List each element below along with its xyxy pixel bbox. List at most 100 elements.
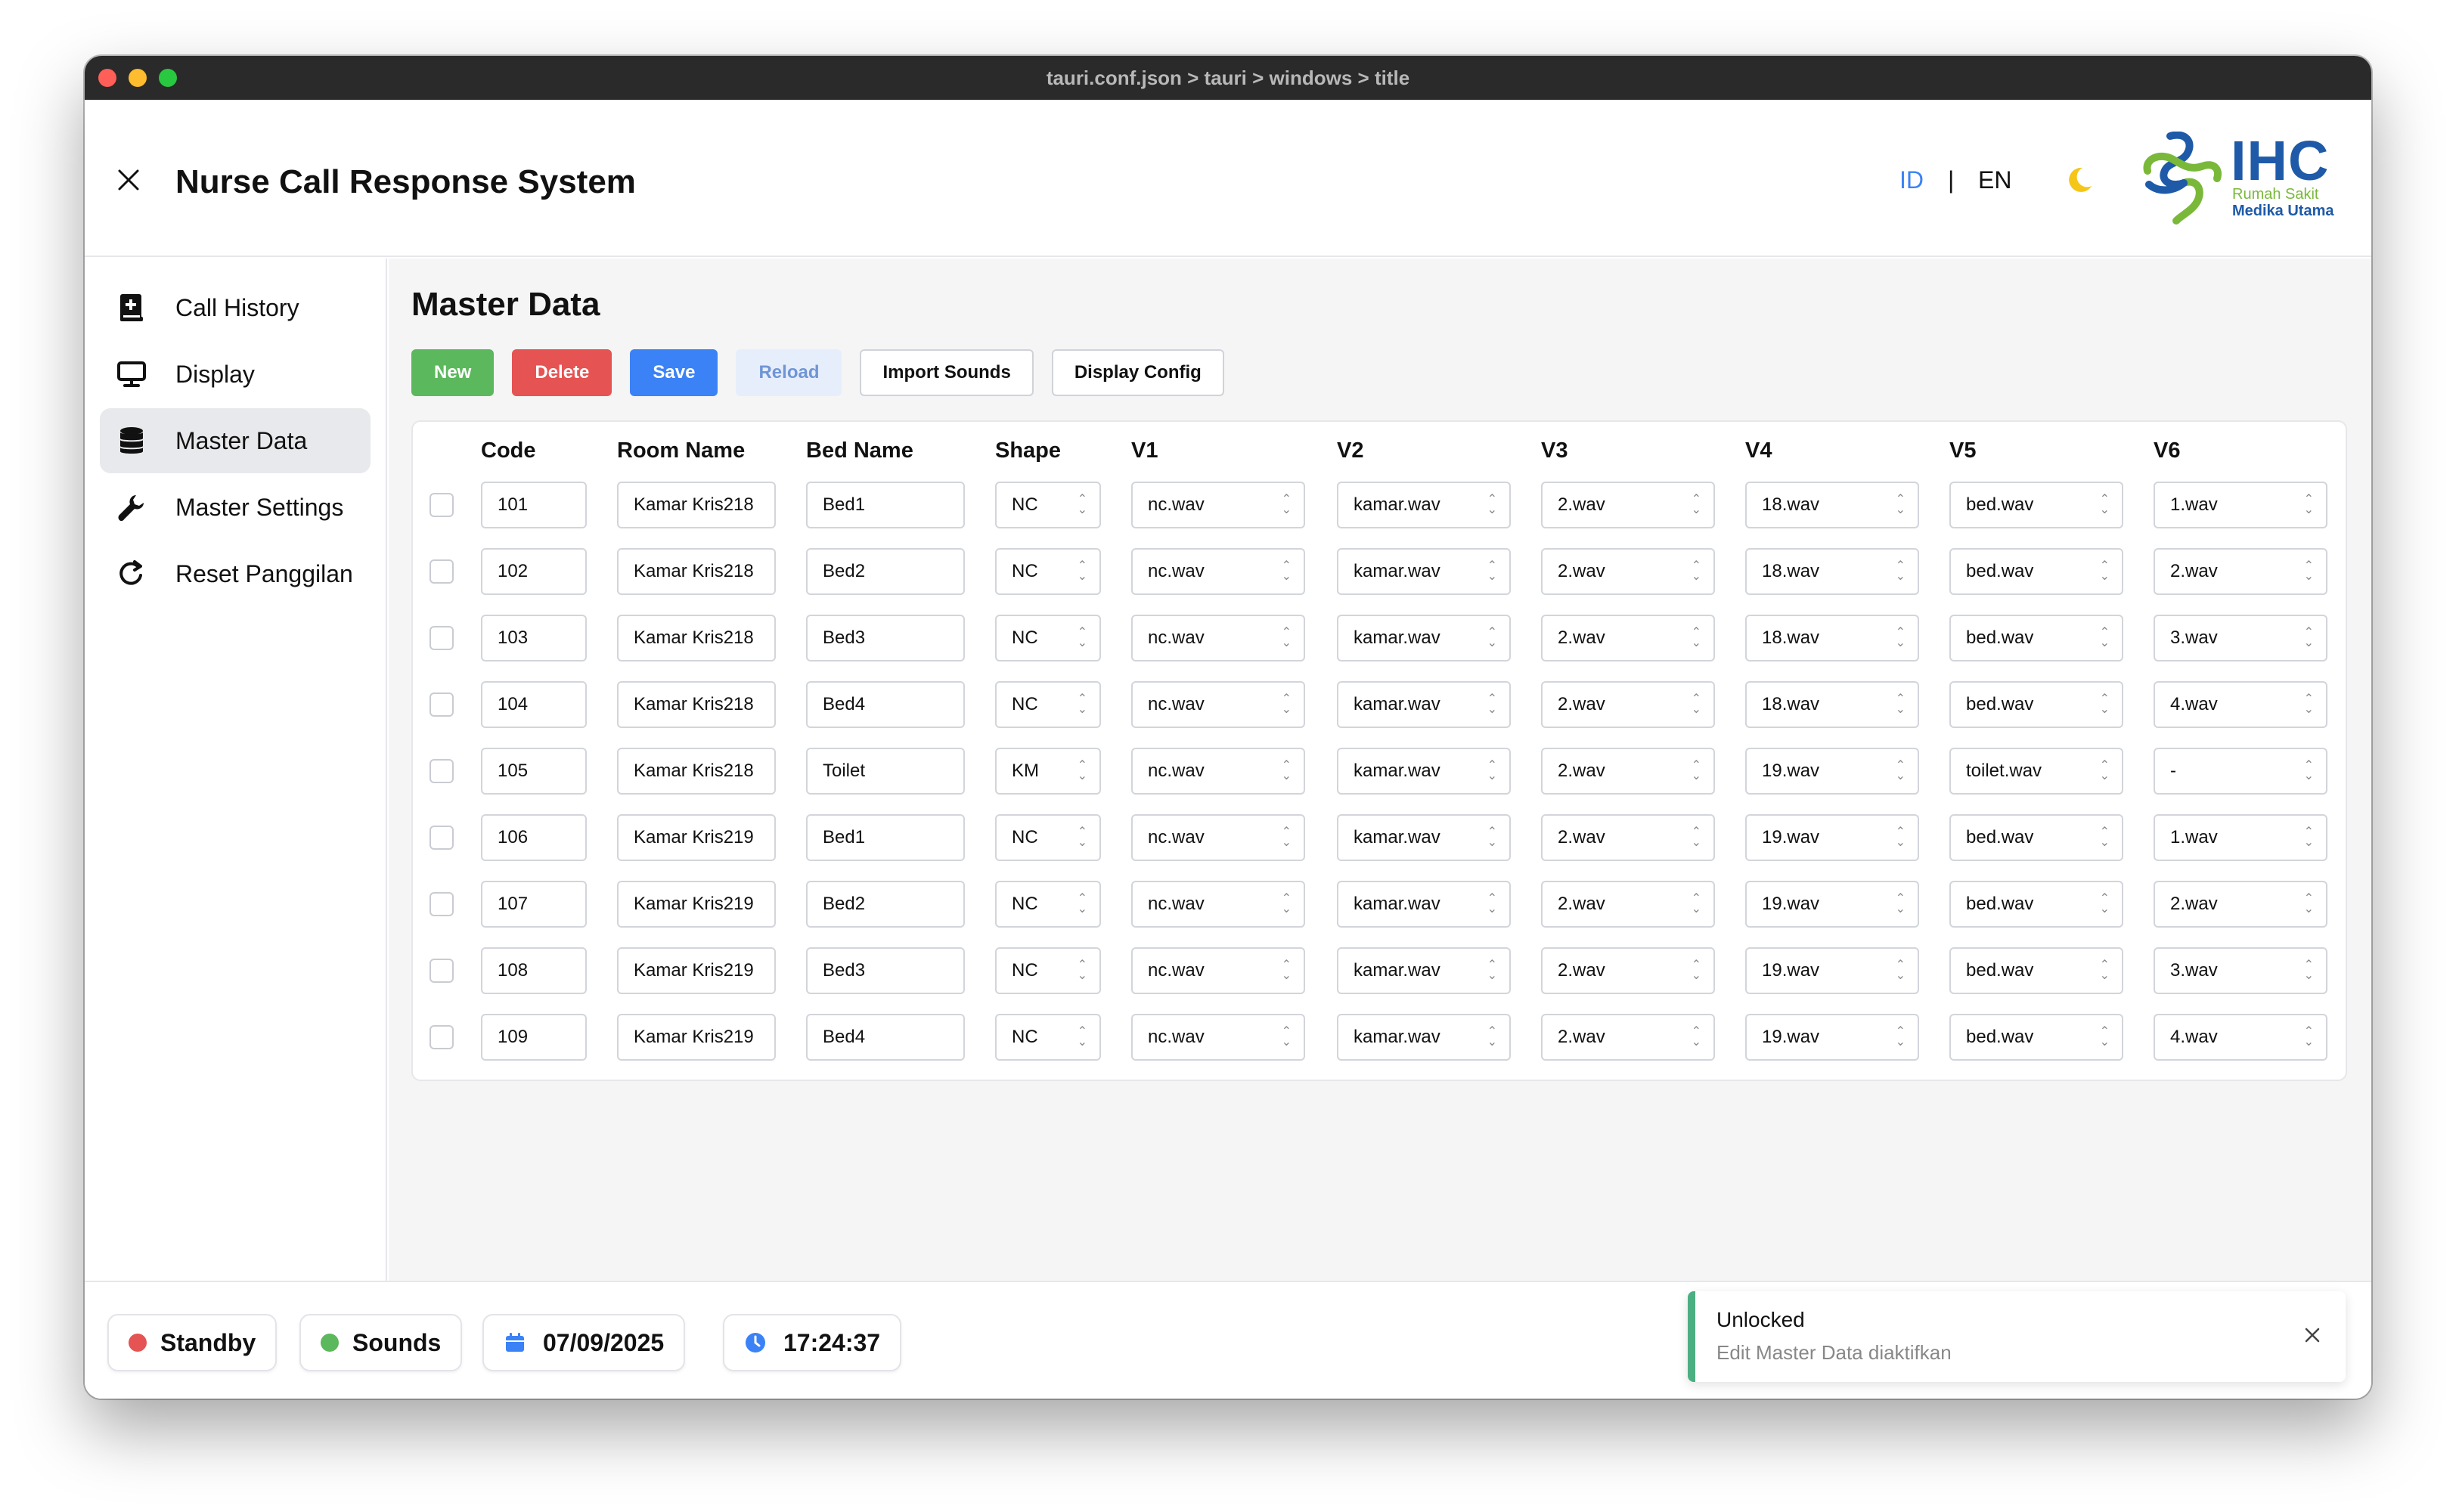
moon-icon[interactable]	[2063, 163, 2096, 197]
v4-select[interactable]: 18.wav ⌃ ⌄	[1745, 482, 1919, 528]
code-input[interactable]: 107	[481, 881, 587, 928]
v6-select[interactable]: 3.wav ⌃ ⌄	[2154, 615, 2327, 662]
v2-select[interactable]: kamar.wav ⌃ ⌄	[1337, 615, 1511, 662]
v5-select[interactable]: bed.wav ⌃ ⌄	[1949, 548, 2123, 595]
bed-name-input[interactable]: Bed2	[806, 881, 965, 928]
v2-select[interactable]: kamar.wav ⌃ ⌄	[1337, 1014, 1511, 1061]
row-checkbox[interactable]	[429, 759, 454, 783]
bed-name-input[interactable]: Bed2	[806, 548, 965, 595]
close-window-button[interactable]	[98, 69, 116, 87]
shape-select[interactable]: NC ⌃ ⌄	[995, 1014, 1101, 1061]
row-checkbox[interactable]	[429, 892, 454, 916]
v1-select[interactable]: nc.wav ⌃ ⌄	[1131, 1014, 1305, 1061]
v4-select[interactable]: 19.wav ⌃ ⌄	[1745, 814, 1919, 861]
v5-select[interactable]: bed.wav ⌃ ⌄	[1949, 881, 2123, 928]
v3-select[interactable]: 2.wav ⌃ ⌄	[1541, 482, 1715, 528]
v2-select[interactable]: kamar.wav ⌃ ⌄	[1337, 814, 1511, 861]
room-name-input[interactable]: Kamar Kris218	[617, 615, 776, 662]
v3-select[interactable]: 2.wav ⌃ ⌄	[1541, 881, 1715, 928]
v1-select[interactable]: nc.wav ⌃ ⌄	[1131, 615, 1305, 662]
v6-select[interactable]: 4.wav ⌃ ⌄	[2154, 681, 2327, 728]
shape-select[interactable]: NC ⌃ ⌄	[995, 615, 1101, 662]
code-input[interactable]: 101	[481, 482, 587, 528]
row-checkbox[interactable]	[429, 692, 454, 717]
row-checkbox[interactable]	[429, 1025, 454, 1049]
sidebar-item-reset-panggilan[interactable]: Reset Panggilan	[100, 541, 371, 606]
code-input[interactable]: 108	[481, 947, 587, 994]
code-input[interactable]: 105	[481, 748, 587, 795]
bed-name-input[interactable]: Bed4	[806, 1014, 965, 1061]
v1-select[interactable]: nc.wav ⌃ ⌄	[1131, 814, 1305, 861]
v3-select[interactable]: 2.wav ⌃ ⌄	[1541, 947, 1715, 994]
v2-select[interactable]: kamar.wav ⌃ ⌄	[1337, 947, 1511, 994]
sounds-status[interactable]: Sounds	[299, 1314, 463, 1371]
v3-select[interactable]: 2.wav ⌃ ⌄	[1541, 615, 1715, 662]
room-name-input[interactable]: Kamar Kris219	[617, 1014, 776, 1061]
zoom-window-button[interactable]	[159, 69, 177, 87]
v6-select[interactable]: 2.wav ⌃ ⌄	[2154, 881, 2327, 928]
bed-name-input[interactable]: Toilet	[806, 748, 965, 795]
bed-name-input[interactable]: Bed1	[806, 482, 965, 528]
display-config-button[interactable]: Display Config	[1051, 349, 1224, 396]
sidebar-item-master-settings[interactable]: Master Settings	[100, 475, 371, 540]
standby-status[interactable]: Standby	[107, 1314, 278, 1371]
row-checkbox[interactable]	[429, 626, 454, 650]
import-sounds-button[interactable]: Import Sounds	[860, 349, 1034, 396]
shape-select[interactable]: KM ⌃ ⌄	[995, 748, 1101, 795]
shape-select[interactable]: NC ⌃ ⌄	[995, 814, 1101, 861]
room-name-input[interactable]: Kamar Kris218	[617, 681, 776, 728]
v5-select[interactable]: bed.wav ⌃ ⌄	[1949, 482, 2123, 528]
v3-select[interactable]: 2.wav ⌃ ⌄	[1541, 681, 1715, 728]
v6-select[interactable]: 4.wav ⌃ ⌄	[2154, 1014, 2327, 1061]
code-input[interactable]: 106	[481, 814, 587, 861]
v1-select[interactable]: nc.wav ⌃ ⌄	[1131, 681, 1305, 728]
v6-select[interactable]: 1.wav ⌃ ⌄	[2154, 814, 2327, 861]
shape-select[interactable]: NC ⌃ ⌄	[995, 482, 1101, 528]
v1-select[interactable]: nc.wav ⌃ ⌄	[1131, 482, 1305, 528]
bed-name-input[interactable]: Bed3	[806, 947, 965, 994]
v1-select[interactable]: nc.wav ⌃ ⌄	[1131, 548, 1305, 595]
shape-select[interactable]: NC ⌃ ⌄	[995, 881, 1101, 928]
v3-select[interactable]: 2.wav ⌃ ⌄	[1541, 814, 1715, 861]
row-checkbox[interactable]	[429, 826, 454, 850]
v5-select[interactable]: bed.wav ⌃ ⌄	[1949, 1014, 2123, 1061]
v4-select[interactable]: 19.wav ⌃ ⌄	[1745, 748, 1919, 795]
v2-select[interactable]: kamar.wav ⌃ ⌄	[1337, 881, 1511, 928]
code-input[interactable]: 103	[481, 615, 587, 662]
v6-select[interactable]: 3.wav ⌃ ⌄	[2154, 947, 2327, 994]
sidebar-item-master-data[interactable]: Master Data	[100, 408, 371, 473]
room-name-input[interactable]: Kamar Kris218	[617, 548, 776, 595]
v4-select[interactable]: 18.wav ⌃ ⌄	[1745, 548, 1919, 595]
save-button[interactable]: Save	[630, 349, 718, 396]
bed-name-input[interactable]: Bed3	[806, 615, 965, 662]
toast-close-icon[interactable]	[2302, 1325, 2323, 1346]
v5-select[interactable]: bed.wav ⌃ ⌄	[1949, 615, 2123, 662]
new-button[interactable]: New	[411, 349, 495, 396]
v4-select[interactable]: 19.wav ⌃ ⌄	[1745, 947, 1919, 994]
room-name-input[interactable]: Kamar Kris219	[617, 814, 776, 861]
v3-select[interactable]: 2.wav ⌃ ⌄	[1541, 1014, 1715, 1061]
code-input[interactable]: 109	[481, 1014, 587, 1061]
v5-select[interactable]: bed.wav ⌃ ⌄	[1949, 681, 2123, 728]
v1-select[interactable]: nc.wav ⌃ ⌄	[1131, 947, 1305, 994]
v5-select[interactable]: bed.wav ⌃ ⌄	[1949, 947, 2123, 994]
v4-select[interactable]: 18.wav ⌃ ⌄	[1745, 615, 1919, 662]
reload-button[interactable]: Reload	[736, 349, 842, 396]
v2-select[interactable]: kamar.wav ⌃ ⌄	[1337, 548, 1511, 595]
code-input[interactable]: 104	[481, 681, 587, 728]
v2-select[interactable]: kamar.wav ⌃ ⌄	[1337, 681, 1511, 728]
v4-select[interactable]: 18.wav ⌃ ⌄	[1745, 681, 1919, 728]
v1-select[interactable]: nc.wav ⌃ ⌄	[1131, 881, 1305, 928]
room-name-input[interactable]: Kamar Kris219	[617, 947, 776, 994]
v1-select[interactable]: nc.wav ⌃ ⌄	[1131, 748, 1305, 795]
minimize-window-button[interactable]	[129, 69, 147, 87]
code-input[interactable]: 102	[481, 548, 587, 595]
lang-en-button[interactable]: EN	[1978, 166, 2011, 194]
shape-select[interactable]: NC ⌃ ⌄	[995, 548, 1101, 595]
v6-select[interactable]: 1.wav ⌃ ⌄	[2154, 482, 2327, 528]
shape-select[interactable]: NC ⌃ ⌄	[995, 947, 1101, 994]
row-checkbox[interactable]	[429, 959, 454, 983]
v3-select[interactable]: 2.wav ⌃ ⌄	[1541, 548, 1715, 595]
shape-select[interactable]: NC ⌃ ⌄	[995, 681, 1101, 728]
v3-select[interactable]: 2.wav ⌃ ⌄	[1541, 748, 1715, 795]
